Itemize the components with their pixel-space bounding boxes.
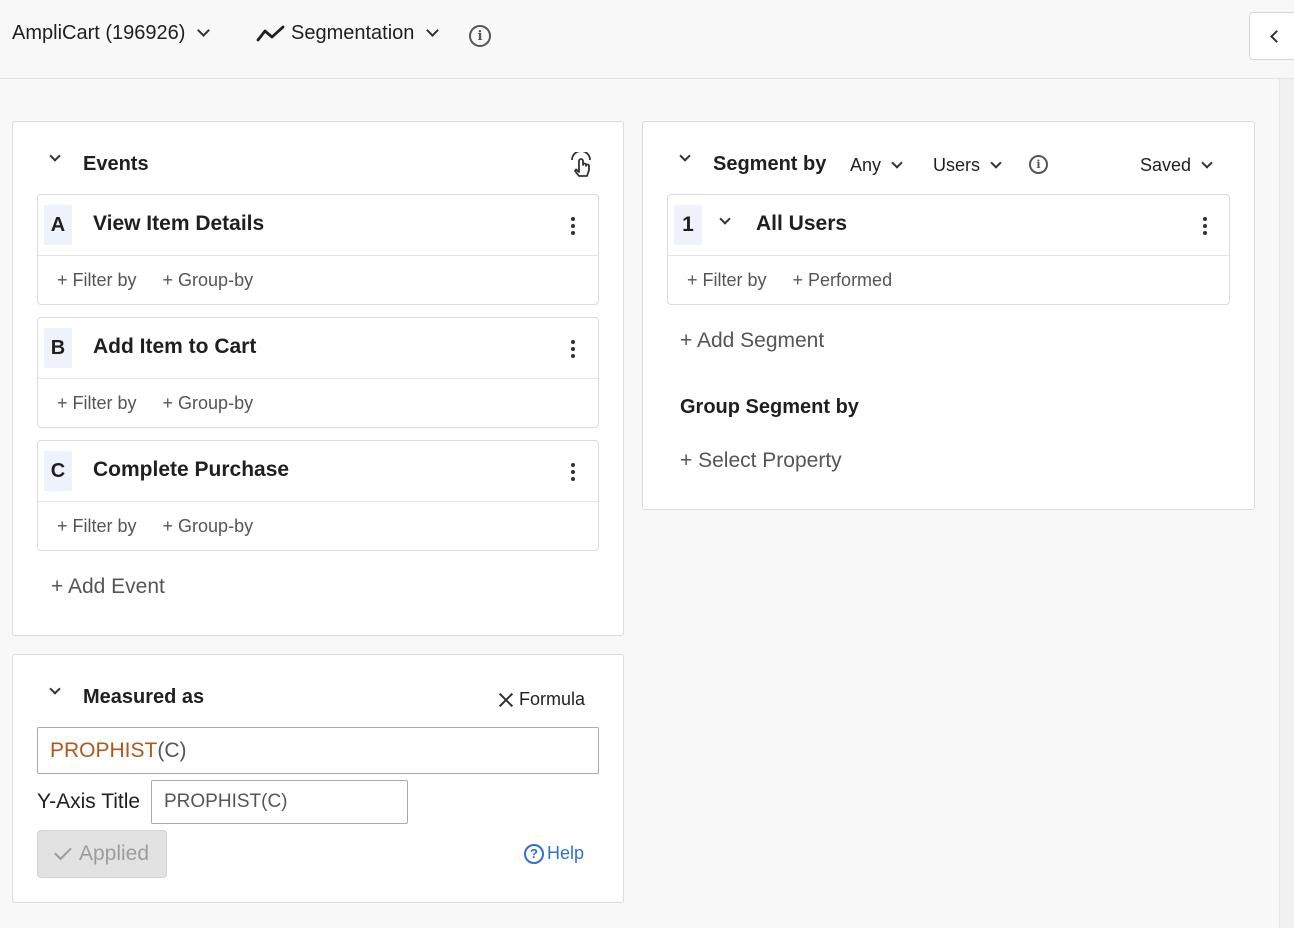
formula-input[interactable]: PROPHIST (C) [37, 727, 599, 774]
event-name[interactable]: Complete Purchase [93, 458, 289, 482]
saved-segments-selector[interactable]: Saved [1140, 155, 1213, 176]
saved-label: Saved [1140, 155, 1192, 175]
filter-by-button[interactable]: + Filter by [57, 393, 137, 414]
help-link[interactable]: ? Help [524, 843, 584, 864]
collapse-measured-chevron-icon[interactable] [49, 683, 61, 695]
events-title: Events [83, 153, 149, 175]
event-card-b: B Add Item to Cart + Filter by + Group-b… [37, 317, 599, 428]
event-picker-pointer-icon[interactable] [569, 152, 593, 178]
applied-button[interactable]: Applied [37, 830, 167, 878]
performed-button[interactable]: + Performed [793, 270, 893, 291]
top-bar: AmpliCart (196926) Segmentation i [0, 0, 1294, 79]
filter-by-button[interactable]: + Filter by [57, 516, 137, 537]
chevron-down-icon [1201, 156, 1213, 169]
more-options-icon[interactable] [1200, 217, 1210, 235]
measured-as-panel: Measured as Formula PROPHIST (C) Y-Axis T… [12, 654, 624, 903]
info-icon[interactable]: i [1029, 155, 1048, 174]
segment-by-title: Segment by [713, 153, 827, 175]
event-card-a: A View Item Details + Filter by + Group-… [37, 194, 599, 305]
y-axis-title-input[interactable] [151, 780, 408, 824]
chevron-down-icon [426, 24, 440, 37]
segment-card-1: 1 All Users + Filter by + Performed [667, 194, 1230, 305]
segment-by-panel: Segment by Any Users i Saved 1 All Users… [642, 121, 1255, 510]
add-event-button[interactable]: + Add Event [51, 575, 165, 599]
add-segment-button[interactable]: + Add Segment [680, 329, 824, 353]
chevron-down-icon [197, 24, 211, 37]
filter-by-button[interactable]: + Filter by [57, 270, 137, 291]
chart-type-info-button[interactable]: i [469, 25, 491, 47]
segment-index-badge: 1 [674, 205, 702, 245]
users-selector[interactable]: Users [933, 155, 1002, 176]
event-name[interactable]: Add Item to Cart [93, 335, 256, 359]
check-icon [54, 842, 72, 861]
group-by-button[interactable]: + Group-by [163, 393, 254, 414]
any-label: Any [850, 155, 882, 175]
chevron-down-icon [990, 156, 1002, 169]
chevron-down-icon[interactable] [719, 213, 731, 225]
help-label: Help [547, 843, 585, 863]
line-chart-icon [256, 25, 285, 41]
project-selector[interactable]: AmpliCart (196926) [12, 22, 211, 45]
collapse-events-chevron-icon[interactable] [49, 150, 61, 162]
formula-mode-button[interactable]: Formula [499, 689, 585, 710]
formula-function: PROPHIST [50, 738, 158, 762]
event-card-c: C Complete Purchase + Filter by + Group-… [37, 440, 599, 551]
segment-card-header[interactable]: 1 All Users [668, 195, 1229, 256]
event-card-header[interactable]: B Add Item to Cart [38, 318, 598, 379]
event-card-header[interactable]: C Complete Purchase [38, 441, 598, 502]
event-name[interactable]: View Item Details [93, 212, 264, 236]
y-axis-title-label: Y-Axis Title [37, 790, 141, 813]
chevron-down-icon [891, 156, 903, 169]
info-icon: i [469, 25, 491, 47]
group-by-button[interactable]: + Group-by [163, 516, 254, 537]
collapse-panel-button[interactable] [1249, 12, 1294, 60]
chart-type-label: Segmentation [291, 22, 415, 44]
scrollbar[interactable] [1279, 79, 1294, 928]
more-options-icon[interactable] [568, 463, 578, 481]
select-property-button[interactable]: + Select Property [680, 449, 842, 473]
formula-argument: (C) [157, 738, 187, 762]
event-card-header[interactable]: A View Item Details [38, 195, 598, 256]
collapse-segment-chevron-icon[interactable] [679, 150, 691, 162]
events-panel: Events A View Item Details + Filter by +… [12, 121, 624, 636]
close-icon [499, 693, 513, 707]
more-options-icon[interactable] [568, 340, 578, 358]
project-name: AmpliCart (196926) [12, 22, 186, 44]
event-letter-badge: A [44, 205, 72, 245]
any-selector[interactable]: Any [850, 155, 903, 176]
chart-type-selector[interactable]: Segmentation [256, 22, 440, 45]
segment-name[interactable]: All Users [756, 212, 847, 236]
filter-by-button[interactable]: + Filter by [687, 270, 767, 291]
event-letter-badge: B [44, 328, 72, 368]
users-label: Users [933, 155, 981, 175]
formula-mode-label: Formula [519, 689, 586, 709]
help-icon: ? [524, 843, 544, 864]
group-by-button[interactable]: + Group-by [163, 270, 254, 291]
group-segment-by-title: Group Segment by [680, 396, 859, 418]
applied-label: Applied [78, 842, 150, 865]
more-options-icon[interactable] [568, 217, 578, 235]
event-letter-badge: C [44, 451, 72, 491]
chevron-left-icon [1269, 29, 1283, 43]
measured-as-title: Measured as [83, 686, 205, 708]
